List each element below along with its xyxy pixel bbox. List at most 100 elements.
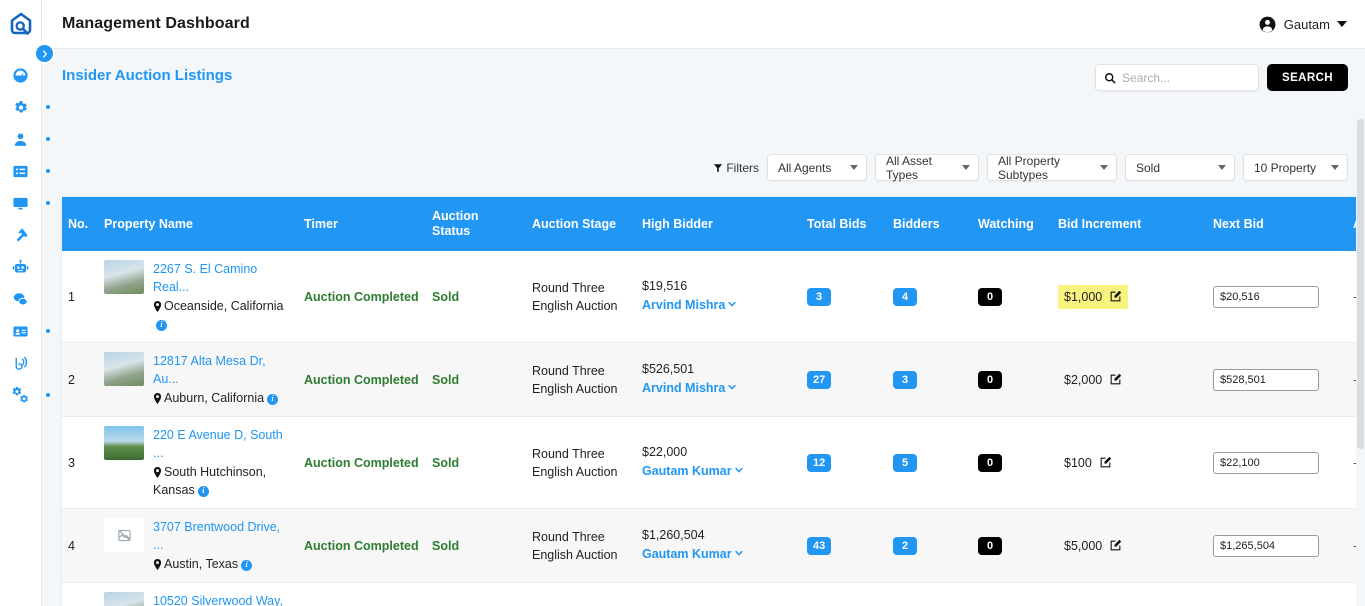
- search-box[interactable]: [1095, 64, 1260, 91]
- high-bidder-name[interactable]: Arvind Mishra: [642, 379, 737, 399]
- high-bidder-name[interactable]: Gautam Kumar: [642, 462, 744, 482]
- property-name-link[interactable]: 2267 S. El Camino Real...: [153, 260, 292, 296]
- edit-icon[interactable]: [1109, 290, 1122, 303]
- user-name: Gautam: [1283, 16, 1330, 32]
- sidebar-item-contacts[interactable]: [0, 315, 50, 347]
- location-pin-icon: [153, 393, 162, 404]
- property-thumbnail: [104, 260, 144, 294]
- next-bid-input[interactable]: [1213, 451, 1319, 474]
- sidebar-item-broadcast[interactable]: [0, 347, 41, 379]
- search-button[interactable]: SEARCH: [1267, 64, 1348, 91]
- cell-next-bid: [1207, 251, 1347, 343]
- chevron-down-icon: [962, 165, 970, 170]
- sidebar-item-listings[interactable]: [0, 155, 50, 187]
- total-bids-badge[interactable]: 27: [807, 371, 832, 389]
- filter-asset-types[interactable]: All Asset Types: [875, 153, 979, 182]
- user-menu[interactable]: Gautam: [1258, 15, 1347, 34]
- edit-icon[interactable]: [1109, 373, 1122, 386]
- location-pin-icon: [153, 559, 162, 570]
- column-header-watching: Watching: [972, 197, 1052, 251]
- edit-icon[interactable]: [1109, 539, 1122, 552]
- sidebar-item-users[interactable]: [0, 123, 50, 155]
- watching-badge[interactable]: 0: [978, 537, 1002, 555]
- cell-bidders: 4: [887, 251, 972, 343]
- sidebar-item-displays[interactable]: [0, 187, 50, 219]
- property-location: South Hutchinson, Kansas i: [153, 463, 292, 499]
- info-icon[interactable]: i: [156, 319, 167, 331]
- sidebar-item-advanced-settings[interactable]: [0, 379, 50, 411]
- cell-watching: 0: [972, 582, 1052, 606]
- high-bidder-name[interactable]: Gautam Kumar: [642, 545, 744, 565]
- info-icon[interactable]: i: [267, 393, 279, 405]
- location-pin-icon: [153, 467, 162, 478]
- sidebar-toggle-button[interactable]: [36, 45, 53, 62]
- property-name-link[interactable]: 10520 Silverwood Way, ...: [153, 592, 292, 606]
- property-location-text: South Hutchinson, Kansas: [153, 465, 267, 497]
- next-bid-input[interactable]: [1213, 368, 1319, 391]
- info-icon[interactable]: i: [241, 559, 253, 571]
- table-row[interactable]: 4 3707 Brentwood Drive, ... Austin, Texas i…: [62, 508, 1365, 583]
- info-icon[interactable]: i: [197, 485, 209, 497]
- property-name-link[interactable]: 12817 Alta Mesa Dr, Au...: [153, 352, 292, 388]
- sidebar-item-tools[interactable]: [0, 219, 41, 251]
- cell-high-bidder: $111,000Gautam Kumar: [636, 582, 801, 606]
- filter-agents[interactable]: All Agents: [767, 154, 867, 181]
- search-input[interactable]: [1122, 70, 1243, 85]
- cell-high-bidder: $19,516 Arvind Mishra: [636, 251, 801, 343]
- table-row[interactable]: 510520 Silverwood Way, ...Rancho Cordova…: [62, 582, 1365, 606]
- cell-auction-stage: Round Three English Auction: [526, 508, 636, 583]
- sidebar-item-bots[interactable]: [0, 251, 41, 283]
- table-row[interactable]: 2 12817 Alta Mesa Dr, Au... Auburn, Califo…: [62, 342, 1365, 417]
- total-bids-badge[interactable]: 12: [807, 454, 832, 472]
- filter-auction-status[interactable]: Sold: [1125, 154, 1235, 181]
- app-logo[interactable]: [0, 0, 41, 49]
- edit-icon[interactable]: [1099, 456, 1112, 469]
- watching-badge[interactable]: 0: [978, 371, 1002, 389]
- chevron-down-icon: [1100, 165, 1108, 170]
- bid-increment-value: $5,000: [1064, 538, 1103, 553]
- total-bids-badge[interactable]: 3: [807, 288, 831, 306]
- property-name-link[interactable]: 220 E Avenue D, South ...: [153, 426, 292, 462]
- vertical-scrollbar-thumb[interactable]: [1357, 119, 1364, 449]
- list-icon: [13, 165, 28, 177]
- table-row[interactable]: 3 220 E Avenue D, South ... South Hutchins…: [62, 416, 1365, 509]
- watching-badge[interactable]: 0: [978, 454, 1002, 472]
- row-number: 3: [68, 455, 75, 470]
- high-bidder-name[interactable]: Arvind Mishra: [642, 296, 737, 316]
- chevron-down-icon: [734, 550, 743, 556]
- next-bid-input[interactable]: [1213, 534, 1319, 557]
- high-bid-amount: $1,260,504: [642, 528, 705, 542]
- cell-high-bidder: $22,000 Gautam Kumar: [636, 416, 801, 509]
- bidders-badge[interactable]: 3: [893, 371, 917, 389]
- column-header-high-bidder: High Bidder: [636, 197, 801, 251]
- bid-increment-value-wrap: $1,000: [1058, 284, 1129, 309]
- search-area: SEARCH: [1095, 64, 1348, 91]
- property-name-link[interactable]: 3707 Brentwood Drive, ...: [153, 518, 292, 554]
- cell-next-bid: [1207, 582, 1347, 606]
- cell-auction-status: Sold: [426, 342, 526, 417]
- property-thumbnail: [104, 352, 144, 386]
- table-head: No. Property Name Timer Auction Status A…: [62, 197, 1365, 251]
- cell-no: 5: [62, 582, 98, 606]
- row-number: 4: [68, 538, 75, 553]
- sidebar-item-settings[interactable]: [0, 91, 50, 123]
- sidebar-dot: [46, 393, 50, 397]
- sidebar-item-messages[interactable]: [0, 283, 41, 315]
- total-bids-badge[interactable]: 43: [807, 537, 832, 555]
- robot-icon: [12, 259, 29, 272]
- bid-increment-value: $2,000: [1064, 372, 1103, 387]
- next-bid-input[interactable]: [1213, 285, 1319, 308]
- filter-asset-types-value: All Asset Types: [886, 153, 933, 182]
- bidders-badge[interactable]: 2: [893, 537, 917, 555]
- chevron-down-icon: [734, 467, 743, 473]
- sidebar-dot: [46, 201, 50, 205]
- cell-bid-increment: $500: [1052, 582, 1207, 606]
- filter-property-subtypes[interactable]: All Property Subtypes: [987, 154, 1117, 182]
- bidders-badge[interactable]: 5: [893, 454, 917, 472]
- watching-badge[interactable]: 0: [978, 288, 1002, 306]
- bidders-badge[interactable]: 4: [893, 288, 917, 306]
- sidebar-item-dashboard[interactable]: [0, 59, 41, 91]
- table-row[interactable]: 1 2267 S. El Camino Real... Oceanside, Cal…: [62, 251, 1365, 343]
- filter-page-size[interactable]: 10 Property: [1243, 154, 1348, 181]
- cell-auction-status: Sold: [426, 251, 526, 343]
